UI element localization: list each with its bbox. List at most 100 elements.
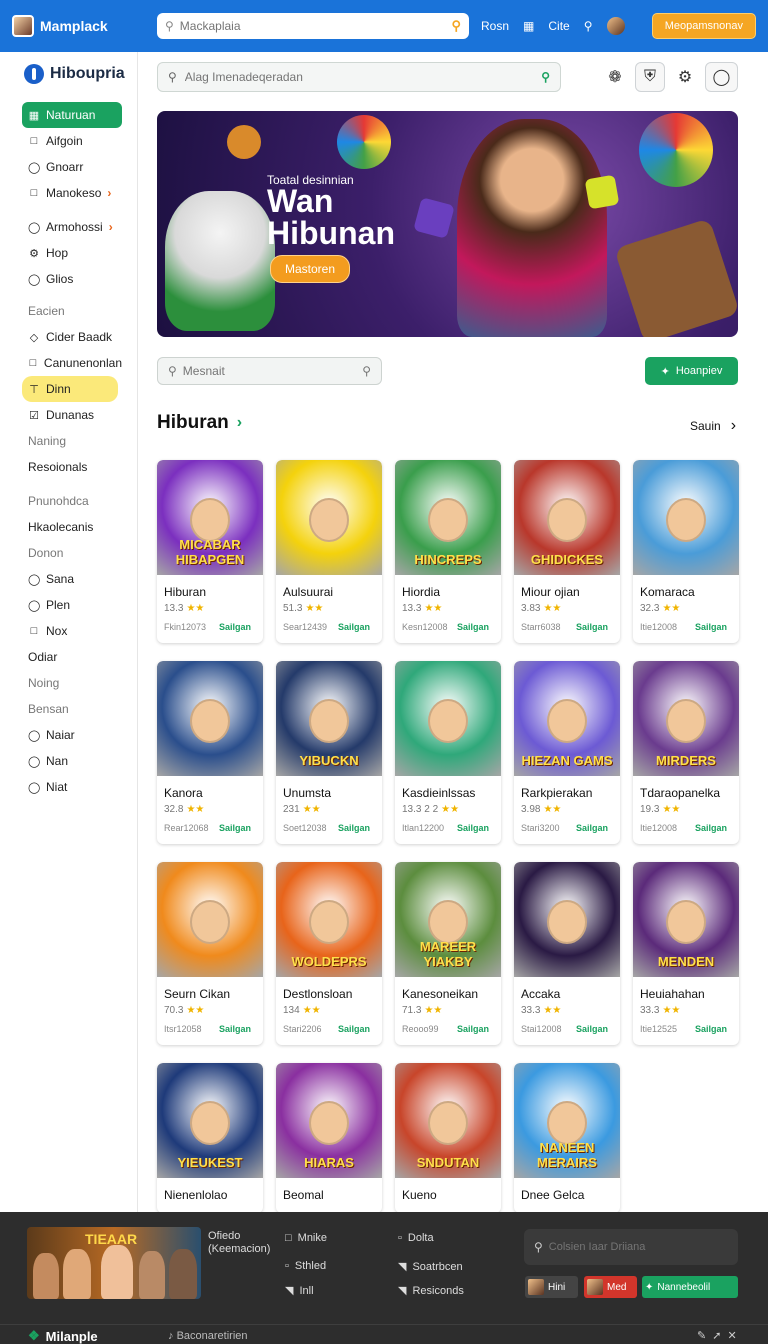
close-icon[interactable]: ✕ — [727, 1329, 736, 1342]
game-thumbnail[interactable] — [514, 862, 620, 977]
play-link[interactable]: Sailgan — [457, 622, 489, 632]
footer-link[interactable]: □ Mnike — [285, 1232, 327, 1244]
footer-link[interactable]: ▫ Dolta — [398, 1232, 434, 1244]
footer-link[interactable]: ◥ Resiconds — [398, 1284, 464, 1298]
search-submit-icon[interactable]: ⚲ — [541, 70, 550, 84]
game-card[interactable]: Accaka 33.3 ★★ Stai12008 Sailgan — [514, 862, 620, 1045]
sidebar-item-hop[interactable]: ⚙ Hop — [22, 240, 122, 266]
top-link-rosn[interactable]: Rosn — [481, 19, 509, 33]
footer-search-input[interactable] — [548, 1241, 728, 1253]
shield-icon[interactable]: ⛨ — [635, 62, 665, 92]
play-link[interactable]: Sailgan — [695, 1024, 727, 1034]
top-search-bar[interactable]: ⚲ ⚲ — [157, 13, 469, 39]
game-thumbnail[interactable]: WOLDEPRS — [276, 862, 382, 977]
game-thumbnail[interactable] — [395, 661, 501, 776]
game-card[interactable]: MICABAR HIBAPGEN Hiburan 13.3 ★★ Fkin12073 Sa… — [157, 460, 263, 643]
edit-icon[interactable]: ✎ — [697, 1329, 706, 1342]
game-thumbnail[interactable]: MICABAR HIBAPGEN — [157, 460, 263, 575]
search-submit-icon[interactable]: ⚲ — [451, 18, 461, 34]
footer-search-bar[interactable]: ⚲ — [524, 1229, 738, 1265]
footer-brand[interactable]: ❖ Milanple — [28, 1328, 98, 1344]
cta-button[interactable]: Meopamsnonav — [651, 13, 756, 39]
see-all-link[interactable]: Sauin › — [690, 417, 736, 435]
play-link[interactable]: Sailgan — [457, 1024, 489, 1034]
sidebar-item-sana[interactable]: ◯ Sana — [22, 566, 122, 592]
user-avatar[interactable] — [606, 17, 625, 35]
footer-link[interactable]: ▫ Sthled — [285, 1260, 326, 1272]
game-thumbnail[interactable]: HIARAS — [276, 1063, 382, 1178]
game-thumbnail[interactable] — [157, 862, 263, 977]
footer-link[interactable]: ◥ Soatrbcen — [398, 1260, 463, 1274]
grid-icon[interactable]: ▦ — [523, 19, 534, 33]
footer-chip-hini[interactable]: Hini — [525, 1276, 578, 1298]
game-card[interactable]: Aulsuurai 51.3 ★★ Sear12439 Sailgan — [276, 460, 382, 643]
game-card[interactable]: HIEZAN GAMS Rarkpierakan 3.98 ★★ Stari3200 Sa… — [514, 661, 620, 844]
play-link[interactable]: Sailgan — [695, 622, 727, 632]
game-thumbnail[interactable]: MENDEN — [633, 862, 739, 977]
hero-button[interactable]: Mastoren — [270, 255, 351, 283]
sidebar-item-dunanas[interactable]: ☑ Dunanas — [22, 402, 122, 428]
game-thumbnail[interactable]: SNDUTAN — [395, 1063, 501, 1178]
top-search-input[interactable] — [179, 19, 446, 33]
game-card[interactable]: Kanora 32.8 ★★ Rear12068 Sailgan — [157, 661, 263, 844]
sidebar-item-nan[interactable]: ◯ Nan — [22, 748, 122, 774]
section-title[interactable]: Hiburan › — [157, 412, 242, 434]
play-link[interactable]: Sailgan — [695, 823, 727, 833]
play-link[interactable]: Sailgan — [219, 622, 251, 632]
footer-link[interactable]: ◥ Inll — [285, 1284, 314, 1298]
sidebar-item-odiar[interactable]: Odiar — [22, 644, 122, 670]
game-thumbnail[interactable]: YIBUCKN — [276, 661, 382, 776]
sidebar-item-aifgoin[interactable]: □ Aifgoin — [22, 128, 122, 154]
game-card[interactable]: HINCREPS Hiordia 13.3 ★★ Kesn12008 Sailgan — [395, 460, 501, 643]
search-icon[interactable]: ⚲ — [584, 19, 593, 33]
footer-middle-link[interactable]: ♪ Baconaretirien — [168, 1330, 248, 1342]
footer-chip-med[interactable]: Med — [584, 1276, 637, 1298]
play-link[interactable]: Sailgan — [338, 1024, 370, 1034]
sidebar-item-gnoarr[interactable]: ◯ Gnoarr — [22, 154, 122, 180]
hero-banner[interactable]: Toatal desinnian Wan Hibunan Mastoren — [157, 111, 738, 337]
game-card[interactable]: WOLDEPRS Destlonsloan 134 ★★ Stari2206 Sailga… — [276, 862, 382, 1045]
footer-chip-nannebeolil[interactable]: ✦ Nannebeolil — [642, 1276, 738, 1298]
game-thumbnail[interactable]: MAREER YIAKBY — [395, 862, 501, 977]
sidebar-item-resoionals[interactable]: Resoionals — [22, 454, 122, 480]
sidebar-item-cider-baadk[interactable]: ◇ Cider Baadk — [22, 324, 122, 350]
sidebar-item-naiar[interactable]: ◯ Naiar — [22, 722, 122, 748]
game-card[interactable]: GHIDICKES Miour ojian 3.83 ★★ Starr6038 Sailg… — [514, 460, 620, 643]
footer-promo-image[interactable]: TIEAAR — [27, 1227, 201, 1299]
game-thumbnail[interactable]: MIRDERS — [633, 661, 739, 776]
sidebar-brand[interactable]: Hiboupria — [24, 64, 137, 84]
game-card[interactable]: Komaraca 32.3 ★★ Itie12008 Sailgan — [633, 460, 739, 643]
gear-icon[interactable]: ⚙ — [670, 62, 700, 92]
game-thumbnail[interactable] — [157, 661, 263, 776]
play-link[interactable]: Sailgan — [219, 1024, 251, 1034]
play-link[interactable]: Sailgan — [338, 823, 370, 833]
sidebar-item-naturuan[interactable]: ▦ Naturuan — [22, 102, 122, 128]
sidebar-item-nox[interactable]: □ Nox — [22, 618, 122, 644]
brand[interactable]: Mamplack — [12, 15, 157, 37]
game-card[interactable]: YIBUCKN Unumsta 231 ★★ Soet12038 Sailgan — [276, 661, 382, 844]
sidebar-item-plen[interactable]: ◯ Plen — [22, 592, 122, 618]
play-link[interactable]: Sailgan — [576, 823, 608, 833]
sidebar-item-dinn[interactable]: ⊤ Dinn — [22, 376, 118, 402]
game-thumbnail[interactable]: YIEUKEST — [157, 1063, 263, 1178]
game-card[interactable]: MIRDERS Tdaraopanelka 19.3 ★★ Itie12008 Sailg… — [633, 661, 739, 844]
filter-input[interactable] — [182, 364, 357, 378]
filter-bar[interactable]: ⚲ ⚲ — [157, 357, 382, 385]
main-search-input[interactable] — [184, 70, 534, 84]
top-link-cite[interactable]: Cite — [548, 19, 569, 33]
settings-icon[interactable]: ❁ — [600, 62, 630, 92]
social-button[interactable]: ✦ Hoanpiev — [645, 357, 738, 385]
game-card[interactable]: YIEUKEST Nienenlolao — [157, 1063, 263, 1213]
game-thumbnail[interactable]: GHIDICKES — [514, 460, 620, 575]
game-thumbnail[interactable] — [276, 460, 382, 575]
sidebar-item-canunenonlan[interactable]: □ Canunenonlan — [22, 350, 122, 376]
share-icon[interactable]: ➚ — [712, 1329, 721, 1342]
game-thumbnail[interactable]: NANEEN MERAIRS — [514, 1063, 620, 1178]
play-link[interactable]: Sailgan — [457, 823, 489, 833]
sidebar-item-manokeso[interactable]: □ Manokeso › — [22, 180, 122, 206]
game-card[interactable]: SNDUTAN Kueno — [395, 1063, 501, 1213]
sidebar-item-armohossi[interactable]: ◯ Armohossi › — [22, 214, 122, 240]
sidebar-item-glios[interactable]: ◯ Glios — [22, 266, 122, 292]
sidebar-item-hkaolecanis[interactable]: Hkaolecanis — [22, 514, 122, 540]
play-link[interactable]: Sailgan — [576, 1024, 608, 1034]
